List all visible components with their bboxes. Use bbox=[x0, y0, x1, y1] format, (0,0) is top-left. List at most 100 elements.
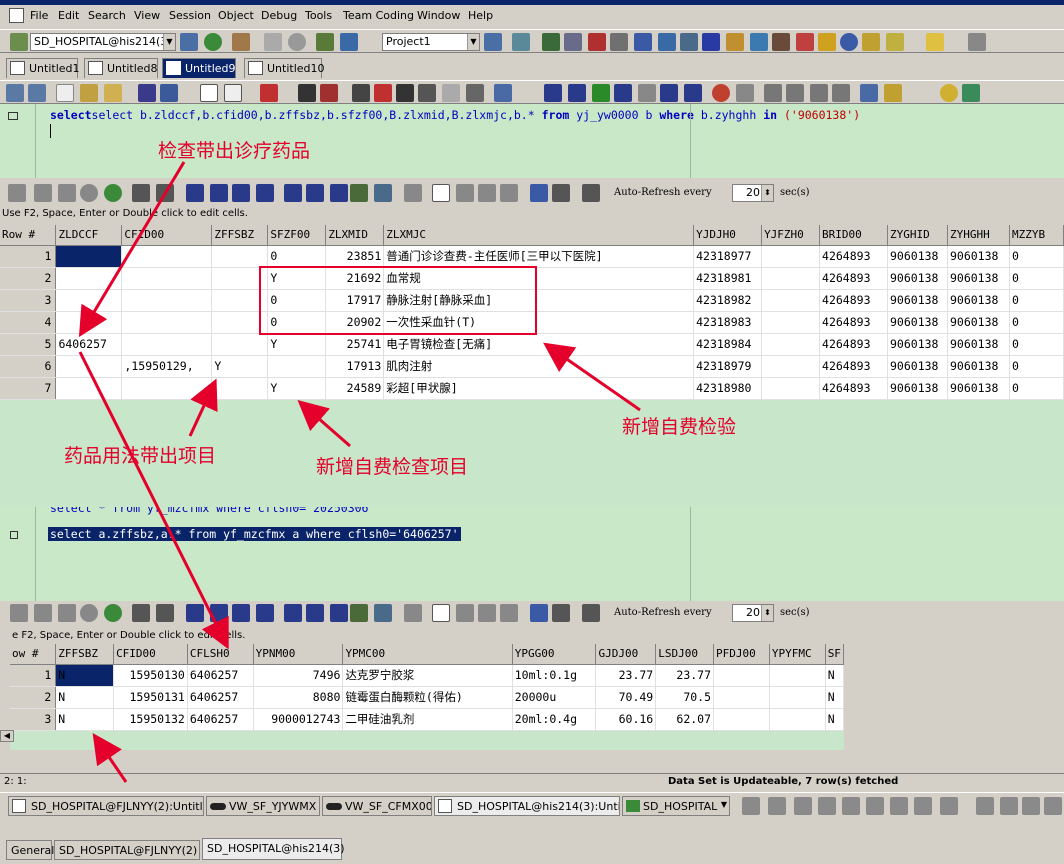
table-cell[interactable]: N bbox=[55, 708, 115, 731]
result-grid-2[interactable]: ow # ZFFSBZ CFID00 CFLSH0 YPNM00 YPMC00 YPGG00… bbox=[10, 644, 844, 750]
new-icon[interactable] bbox=[56, 84, 74, 102]
insert-row-icon[interactable] bbox=[306, 604, 324, 622]
table-cell[interactable]: 42318983 bbox=[693, 311, 763, 334]
doc3-icon[interactable] bbox=[810, 84, 828, 102]
insert-row-icon[interactable] bbox=[306, 184, 324, 202]
column-header[interactable]: ZLDCCF bbox=[55, 225, 123, 246]
table-cell[interactable] bbox=[713, 686, 770, 709]
def-icon[interactable] bbox=[432, 604, 450, 622]
table-cell[interactable]: 0 bbox=[267, 245, 327, 268]
first-record-icon[interactable] bbox=[544, 84, 562, 102]
refresh-icon[interactable] bbox=[104, 604, 122, 622]
project-combo[interactable]: Project1 ▼ bbox=[382, 33, 480, 51]
tool-c-icon[interactable] bbox=[794, 797, 812, 815]
taskbar-item-5[interactable]: SD_HOSPITAL ▼ bbox=[622, 796, 730, 816]
table-cell[interactable] bbox=[121, 267, 213, 290]
table-cell[interactable] bbox=[121, 289, 213, 312]
column-header[interactable]: SFZF00 bbox=[267, 225, 327, 246]
copy-icon[interactable] bbox=[494, 84, 512, 102]
next-record-icon[interactable] bbox=[660, 84, 678, 102]
bulb-icon[interactable] bbox=[940, 84, 958, 102]
form-mode-icon[interactable] bbox=[552, 604, 570, 622]
ampersand-icon[interactable] bbox=[442, 84, 460, 102]
table-cell[interactable] bbox=[55, 311, 123, 334]
folder-icon[interactable] bbox=[104, 84, 122, 102]
table-cell[interactable]: 9060138 bbox=[947, 289, 1010, 312]
clear-filter-icon[interactable] bbox=[320, 84, 338, 102]
table-row[interactable]: 7 Y 24589 彩超[甲状腺] 42318980 4264893 9060138 9060… bbox=[0, 377, 1064, 400]
prior-icon[interactable] bbox=[210, 604, 228, 622]
tool-k-icon[interactable] bbox=[1000, 797, 1018, 815]
table-cell[interactable]: 9060138 bbox=[887, 289, 948, 312]
menu-view[interactable]: View bbox=[134, 9, 160, 22]
tool-e-icon[interactable] bbox=[842, 797, 860, 815]
first-icon[interactable] bbox=[186, 604, 204, 622]
tool-h-icon[interactable] bbox=[914, 797, 932, 815]
tab-his214[interactable]: SD_HOSPITAL@his214(3) bbox=[202, 838, 345, 860]
table-cell[interactable]: 42318981 bbox=[693, 267, 763, 290]
sql-sql-icon[interactable] bbox=[588, 33, 606, 51]
menu-help[interactable]: Help bbox=[468, 9, 493, 22]
column-header[interactable]: ZFFSBZ bbox=[211, 225, 269, 246]
table-cell[interactable]: 60.16 bbox=[595, 708, 657, 731]
table-cell[interactable]: 23851 bbox=[325, 245, 385, 268]
fx-icon[interactable] bbox=[374, 84, 392, 102]
tab-fjlnyy[interactable]: SD_HOSPITAL@FJLNYY(2) bbox=[54, 840, 200, 860]
tool-l-icon[interactable] bbox=[1022, 797, 1040, 815]
sql-tool-icon[interactable] bbox=[610, 33, 628, 51]
column-header[interactable]: CFLSH0 bbox=[187, 644, 254, 665]
table-cell[interactable]: 普通门诊诊查费-主任医师[三甲以下医院] bbox=[383, 245, 695, 268]
taskbar-item-3[interactable]: VW_SF_CFMX00 bbox=[322, 796, 432, 816]
table-cell[interactable]: 4264893 bbox=[819, 311, 888, 334]
column-header[interactable]: BRID00 bbox=[819, 225, 888, 246]
table-cell[interactable]: 9060138 bbox=[887, 333, 948, 356]
table-cell[interactable] bbox=[713, 664, 770, 687]
books-icon[interactable] bbox=[962, 84, 980, 102]
table-cell[interactable]: 15950130 bbox=[113, 664, 188, 687]
table-icon[interactable] bbox=[796, 33, 814, 51]
tool-j-icon[interactable] bbox=[976, 797, 994, 815]
table-cell[interactable] bbox=[761, 311, 821, 334]
table-cell[interactable]: 20ml:0.4g bbox=[512, 708, 597, 731]
table-cell[interactable]: 9060138 bbox=[947, 245, 1010, 268]
menu-search[interactable]: Search bbox=[88, 9, 126, 22]
table-cell[interactable] bbox=[769, 664, 826, 687]
save-icon[interactable] bbox=[138, 84, 156, 102]
column-header[interactable]: Row # bbox=[0, 225, 57, 246]
table-cell[interactable]: 25741 bbox=[325, 333, 385, 356]
table-cell[interactable]: ,15950129, bbox=[121, 355, 213, 378]
delete-icon[interactable] bbox=[330, 604, 348, 622]
table-cell[interactable]: 4264893 bbox=[819, 355, 888, 378]
next-icon[interactable] bbox=[232, 184, 250, 202]
table-cell[interactable]: N bbox=[825, 686, 844, 709]
tool-b-icon[interactable] bbox=[768, 797, 786, 815]
table-cell[interactable]: 彩超[甲状腺] bbox=[383, 377, 695, 400]
column-header[interactable]: YPNM00 bbox=[253, 644, 344, 665]
column-header[interactable]: YJFZH0 bbox=[761, 225, 821, 246]
table-cell[interactable]: 9060138 bbox=[947, 267, 1010, 290]
column-header[interactable]: ZYHGHH bbox=[947, 225, 1010, 246]
column-header[interactable]: ZYGHID bbox=[887, 225, 948, 246]
d-icon[interactable] bbox=[456, 604, 474, 622]
form-mode-icon[interactable] bbox=[552, 184, 570, 202]
table-cell[interactable] bbox=[55, 245, 123, 268]
table-cell[interactable]: 0 bbox=[1009, 289, 1064, 312]
table-cell[interactable]: 23.77 bbox=[655, 664, 715, 687]
table-cell[interactable]: 0 bbox=[1009, 377, 1064, 400]
table-cell[interactable]: 9060138 bbox=[887, 377, 948, 400]
table-cell[interactable]: N bbox=[55, 664, 115, 687]
d-icon[interactable] bbox=[456, 184, 474, 202]
doc4-icon[interactable] bbox=[832, 84, 850, 102]
table-cell[interactable]: 6406257 bbox=[187, 664, 254, 687]
play-icon[interactable] bbox=[592, 84, 610, 102]
table-cell[interactable]: 42318984 bbox=[693, 333, 763, 356]
grid-menu-icon[interactable] bbox=[8, 184, 26, 202]
tool-f-icon[interactable] bbox=[866, 797, 884, 815]
table-cell[interactable]: 4264893 bbox=[819, 245, 888, 268]
table-cell[interactable]: Y bbox=[267, 333, 327, 356]
column-header[interactable]: LSDJ00 bbox=[655, 644, 715, 665]
table-row[interactable]: 1 N 15950130 6406257 7496 达克罗宁胶浆 10ml:0.1g 23.7… bbox=[10, 664, 844, 687]
grid-mode-icon[interactable] bbox=[530, 604, 548, 622]
table-cell[interactable]: 0 bbox=[1009, 333, 1064, 356]
column-header[interactable]: MZZYB bbox=[1009, 225, 1064, 246]
